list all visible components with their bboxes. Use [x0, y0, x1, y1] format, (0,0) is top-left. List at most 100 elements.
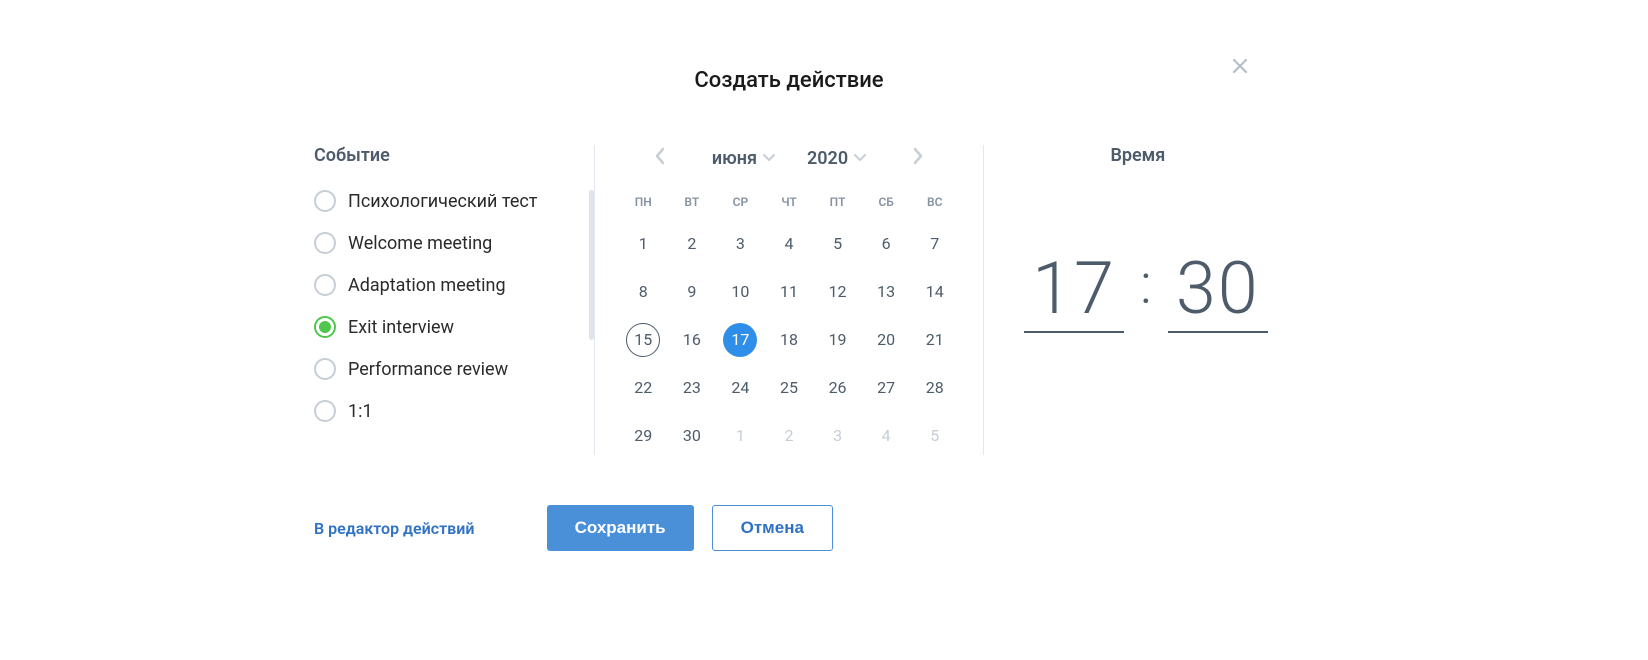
calendar-day[interactable]: 3 — [813, 417, 862, 455]
calendar-day-number: 21 — [918, 323, 952, 357]
cancel-button[interactable]: Отмена — [712, 505, 833, 551]
month-select[interactable]: июня — [708, 148, 779, 169]
calendar-day[interactable]: 12 — [813, 273, 862, 311]
calendar-day-number: 4 — [869, 419, 903, 453]
event-item[interactable]: Welcome meeting — [314, 232, 594, 254]
calendar-day[interactable]: 20 — [862, 321, 911, 359]
calendar-dow: ВС — [910, 195, 959, 215]
calendar-day[interactable]: 14 — [910, 273, 959, 311]
calendar-day[interactable]: 27 — [862, 369, 911, 407]
calendar-day[interactable]: 11 — [765, 273, 814, 311]
calendar-day[interactable]: 30 — [668, 417, 717, 455]
calendar-day-number: 15 — [626, 323, 660, 357]
save-button[interactable]: Сохранить — [547, 505, 694, 551]
minute-input[interactable]: 30 — [1168, 246, 1268, 333]
calendar-day[interactable]: 10 — [716, 273, 765, 311]
calendar-day-number: 12 — [821, 275, 855, 309]
close-icon — [1232, 58, 1248, 78]
calendar-day[interactable]: 26 — [813, 369, 862, 407]
event-item[interactable]: Adaptation meeting — [314, 274, 594, 296]
calendar-day[interactable]: 25 — [765, 369, 814, 407]
calendar-day-number: 4 — [772, 227, 806, 261]
calendar-day[interactable]: 24 — [716, 369, 765, 407]
calendar-day[interactable]: 1 — [619, 225, 668, 263]
calendar-day[interactable]: 16 — [668, 321, 717, 359]
calendar-day[interactable]: 1 — [716, 417, 765, 455]
hour-input[interactable]: 17 — [1024, 246, 1124, 333]
calendar-day[interactable]: 4 — [765, 225, 814, 263]
calendar-day-number: 25 — [772, 371, 806, 405]
calendar-day[interactable]: 23 — [668, 369, 717, 407]
calendar-day[interactable]: 15 — [619, 321, 668, 359]
calendar-day-number: 27 — [869, 371, 903, 405]
calendar-day-number: 13 — [869, 275, 903, 309]
calendar-day-number: 1 — [626, 227, 660, 261]
calendar-day-number: 22 — [626, 371, 660, 405]
calendar-day[interactable]: 18 — [765, 321, 814, 359]
calendar-day[interactable]: 28 — [910, 369, 959, 407]
calendar-day[interactable]: 2 — [765, 417, 814, 455]
calendar-day[interactable]: 2 — [668, 225, 717, 263]
calendar-grid: ПНВТСРЧТПТСБВС12345678910111213141516171… — [619, 195, 959, 455]
calendar-day-number: 20 — [869, 323, 903, 357]
radio-icon — [314, 316, 336, 338]
calendar-day[interactable]: 5 — [813, 225, 862, 263]
calendar-day[interactable]: 22 — [619, 369, 668, 407]
calendar-day[interactable]: 17 — [716, 321, 765, 359]
calendar-day[interactable]: 13 — [862, 273, 911, 311]
prev-month-button[interactable] — [650, 143, 670, 173]
event-item-label: Exit interview — [348, 317, 454, 338]
modal-title: Создать действие — [314, 50, 1264, 93]
next-month-button[interactable] — [908, 143, 928, 173]
event-item[interactable]: Exit interview — [314, 316, 594, 338]
radio-icon — [314, 274, 336, 296]
calendar-day-number: 7 — [918, 227, 952, 261]
calendar-day-number: 16 — [675, 323, 709, 357]
event-list: Психологический тест Welcome meeting Adapt… — [314, 190, 594, 422]
calendar-day[interactable]: 29 — [619, 417, 668, 455]
calendar-day[interactable]: 4 — [862, 417, 911, 455]
radio-icon — [314, 232, 336, 254]
calendar-dow: ПТ — [813, 195, 862, 215]
calendar-day-number: 29 — [626, 419, 660, 453]
calendar-day[interactable]: 9 — [668, 273, 717, 311]
calendar-dow: СР — [716, 195, 765, 215]
calendar-day-number: 28 — [918, 371, 952, 405]
close-button[interactable] — [1228, 56, 1252, 80]
event-item[interactable]: Психологический тест — [314, 190, 594, 212]
year-value: 2020 — [807, 148, 848, 169]
calendar-day[interactable]: 19 — [813, 321, 862, 359]
event-item-label: Adaptation meeting — [348, 275, 506, 296]
calendar-day-number: 3 — [723, 227, 757, 261]
editor-link[interactable]: В редактор действий — [314, 519, 474, 538]
calendar-day-number: 6 — [869, 227, 903, 261]
calendar-day-number: 10 — [723, 275, 757, 309]
calendar-day[interactable]: 21 — [910, 321, 959, 359]
event-item[interactable]: 1:1 — [314, 400, 594, 422]
event-column: Событие Психологический тестWelcome meet… — [314, 145, 594, 455]
chevron-right-icon — [912, 147, 924, 169]
event-item-label: Психологический тест — [348, 191, 537, 212]
year-select[interactable]: 2020 — [803, 148, 870, 169]
calendar-day[interactable]: 8 — [619, 273, 668, 311]
calendar-day-number: 1 — [723, 419, 757, 453]
radio-icon — [314, 358, 336, 380]
calendar-dow: ВТ — [668, 195, 717, 215]
time-heading: Время — [1024, 145, 1292, 166]
event-item[interactable]: Performance review — [314, 358, 594, 380]
calendar-day-number: 24 — [723, 371, 757, 405]
radio-icon — [314, 190, 336, 212]
calendar-day-number: 30 — [675, 419, 709, 453]
calendar-day-number: 9 — [675, 275, 709, 309]
calendar-day[interactable]: 6 — [862, 225, 911, 263]
calendar-day-number: 18 — [772, 323, 806, 357]
calendar-day-number: 17 — [723, 323, 757, 357]
calendar-day-number: 23 — [675, 371, 709, 405]
scrollbar-thumb[interactable] — [589, 190, 594, 340]
calendar-day-number: 11 — [772, 275, 806, 309]
radio-icon — [314, 400, 336, 422]
calendar-day[interactable]: 5 — [910, 417, 959, 455]
create-action-modal: Создать действие Событие Психологический… — [314, 50, 1264, 571]
calendar-day[interactable]: 7 — [910, 225, 959, 263]
calendar-day[interactable]: 3 — [716, 225, 765, 263]
